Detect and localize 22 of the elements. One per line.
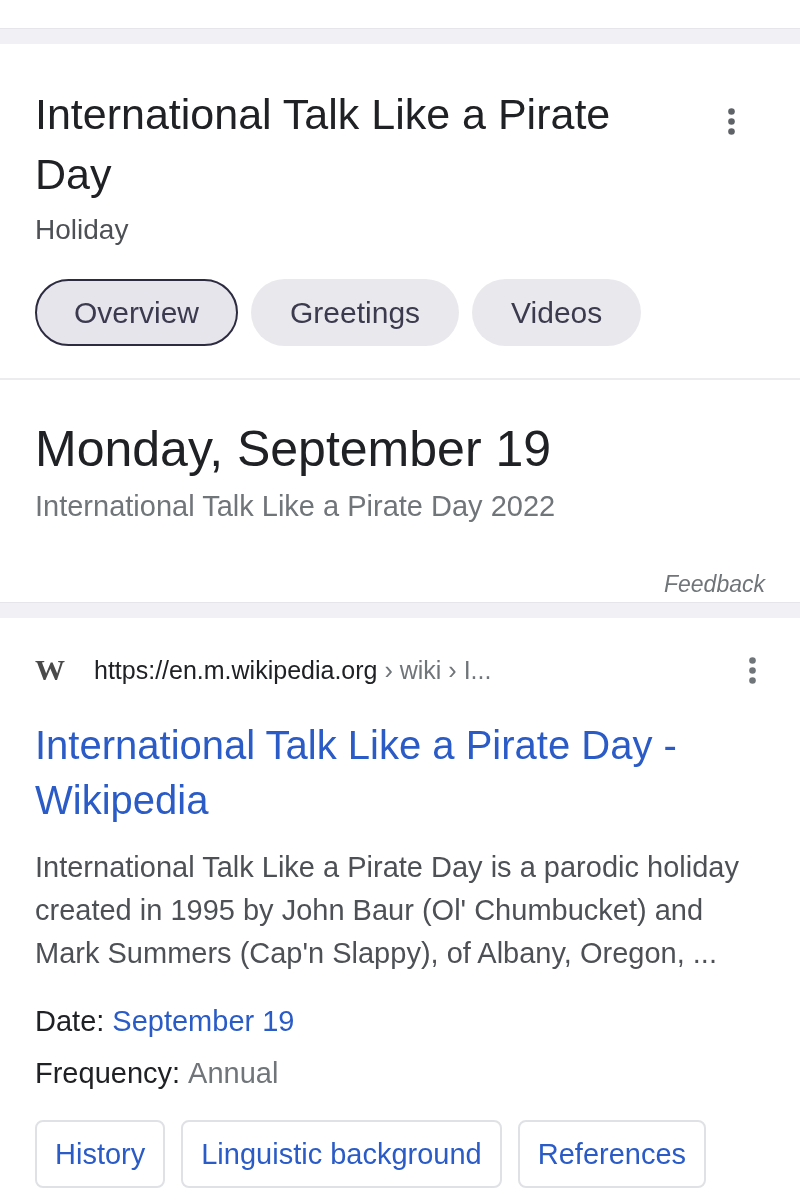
url-breadcrumb: › wiki › I... — [384, 655, 492, 685]
tab[interactable]: Videos — [472, 279, 642, 346]
tab[interactable]: Overview — [35, 279, 239, 346]
section-link[interactable]: Linguistic background — [181, 1120, 502, 1188]
result-snippet: International Talk Like a Pirate Day is a parodic holiday created in 1995 by John Baur (Ol' Chumbucket) and Mark Summers (Cap'n Slappy), of Albany, Oregon, ... — [35, 850, 740, 971]
fact-label: Frequency: — [35, 1057, 181, 1089]
date-caption: International Talk Like a Pirate Day 2022 — [35, 489, 557, 524]
section-link[interactable]: History — [35, 1120, 166, 1188]
tab[interactable]: Greetings — [251, 279, 460, 346]
fact-label: Date: — [35, 1005, 105, 1037]
fact-value: Annual — [188, 1057, 279, 1089]
more-options-icon[interactable] — [728, 108, 735, 135]
result-url[interactable]: https://en.m.wikipedia.org — [94, 655, 378, 685]
result-title-link[interactable]: International Talk Like a Pirate Day - Wikipedia — [35, 718, 735, 828]
holiday-date: Monday, September 19 — [35, 420, 553, 478]
site-favicon: W — [35, 655, 66, 685]
more-options-icon[interactable] — [749, 656, 756, 684]
fact-value[interactable]: September 19 — [112, 1005, 295, 1037]
section-link[interactable]: References — [517, 1120, 707, 1188]
feedback-link[interactable]: Feedback — [664, 570, 765, 598]
entity-type: Holiday — [35, 213, 130, 247]
entity-title: International Talk Like a Pirate Day — [35, 89, 612, 200]
